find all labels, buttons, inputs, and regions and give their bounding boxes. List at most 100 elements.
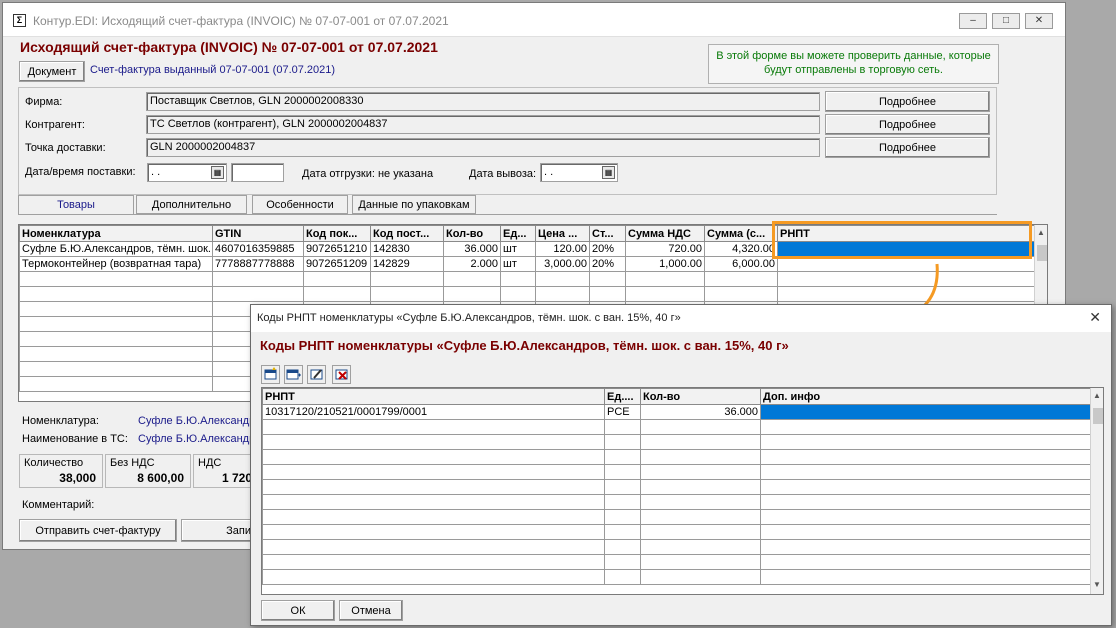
cell-vat-rate[interactable]: 20% [589,241,626,257]
cell-qty[interactable]: 36.000 [640,404,761,420]
dialog-title: Коды РНПТ номенклатуры «Суфле Б.Ю.Алекса… [257,312,681,324]
rnpt-scrollbar[interactable]: ▲ ▼ [1090,388,1103,594]
table-row-empty [262,554,1091,570]
no-vat-value: 8 600,00 [137,471,184,485]
doc-subtitle: Счет-фактура выданный 07-07-001 (07.07.2… [90,64,336,76]
scroll-thumb[interactable] [1037,245,1047,261]
cell-rnpt[interactable]: 10317120/210521/0001799/0001 [262,404,605,420]
cell-sum[interactable]: 6,000.00 [704,256,778,272]
cell-gtin[interactable]: 4607016359885 [212,241,304,257]
scroll-down-icon[interactable]: ▼ [1093,580,1101,589]
col-unit[interactable]: Ед.... [604,388,641,405]
col-nomenclature[interactable]: Номенклатура [19,225,213,242]
scroll-up-icon[interactable]: ▲ [1037,228,1045,237]
tab-additional[interactable]: Дополнительно [136,195,247,214]
col-unit[interactable]: Ед... [500,225,536,242]
qty-total-value: 38,000 [59,471,96,485]
vat-label: НДС [198,457,222,469]
cell-buyer-code[interactable]: 9072651210 [303,241,371,257]
calendar-icon[interactable]: ▦ [602,166,615,179]
calendar-icon[interactable]: ▦ [211,166,224,179]
cell-qty[interactable]: 2.000 [443,256,501,272]
rnpt-table-container: РНПТ Ед.... Кол-во Доп. инфо 10317120/21… [261,387,1104,595]
cell-unit[interactable]: шт [500,241,536,257]
delivery-point-label: Точка доставки: [25,142,106,154]
cell-unit[interactable]: шт [500,256,536,272]
cell-price[interactable]: 3,000.00 [535,256,590,272]
rnpt-dialog: Коды РНПТ номенклатуры «Суфле Б.Ю.Алекса… [250,304,1112,626]
minimize-button[interactable]: – [959,13,987,29]
table-row[interactable]: 10317120/210521/0001799/0001 PCE 36.000 [262,404,1091,420]
delivery-details-button[interactable]: Подробнее [825,137,990,158]
cell-nomenclature[interactable]: Суфле Б.Ю.Александров, тёмн. шок. [19,241,213,257]
shipment-date-text: Дата отгрузки: не указана [302,168,434,180]
col-extra-info[interactable]: Доп. инфо [760,388,1091,405]
cancel-button[interactable]: Отмена [339,600,403,621]
cell-vat-sum[interactable]: 1,000.00 [625,256,705,272]
table-row-empty [262,449,1091,465]
col-sum[interactable]: Сумма (с... [704,225,778,242]
tab-goods[interactable]: Товары [18,195,134,215]
close-button[interactable]: ✕ [1025,13,1053,29]
col-rnpt[interactable]: РНПТ [262,388,605,405]
tab-features[interactable]: Особенности [252,195,348,214]
contractor-field[interactable]: ТС Светлов (контрагент), GLN 20000020048… [146,115,820,134]
firm-field[interactable]: Поставщик Светлов, GLN 2000002008330 [146,92,820,111]
col-vat-sum[interactable]: Сумма НДС [625,225,705,242]
delivery-point-field[interactable]: GLN 2000002004837 [146,138,820,157]
contractor-details-button[interactable]: Подробнее [825,114,990,135]
table-row-empty [19,286,1035,302]
cell-nomenclature[interactable]: Термоконтейнер (возвратная тара) [19,256,213,272]
dialog-titlebar: Коды РНПТ номенклатуры «Суфле Б.Ю.Алекса… [251,305,1111,332]
send-invoice-button[interactable]: Отправить счет-фактуру [19,519,177,542]
cell-vat-rate[interactable]: 20% [589,256,626,272]
col-gtin[interactable]: GTIN [212,225,304,242]
add-row-icon[interactable] [261,365,280,384]
ok-button[interactable]: ОК [261,600,335,621]
page-title: Исходящий счет-фактура (INVOIC) № 07-07-… [20,39,438,55]
col-qty[interactable]: Кол-во [640,388,761,405]
rnpt-header-row: РНПТ Ед.... Кол-во Доп. инфо [262,388,1091,405]
col-buyer-code[interactable]: Код пок... [303,225,371,242]
col-qty[interactable]: Кол-во [443,225,501,242]
contractor-label: Контрагент: [25,119,85,131]
ts-name-label: Наименование в ТС: [22,433,128,445]
table-row-empty [262,479,1091,495]
delivery-time-input[interactable] [231,163,284,182]
table-row-empty [262,539,1091,555]
info-box: В этой форме вы можете проверить данные,… [708,44,999,84]
cell-gtin[interactable]: 7778887778888 [212,256,304,272]
app-icon: Σ [13,14,26,27]
cell-unit[interactable]: PCE [604,404,641,420]
cell-buyer-code[interactable]: 9072651209 [303,256,371,272]
cell-price[interactable]: 120.00 [535,241,590,257]
cell-extra-info-selected[interactable] [760,404,1091,420]
maximize-button[interactable]: □ [992,13,1020,29]
export-date-label: Дата вывоза: [469,168,537,180]
tab-packaging[interactable]: Данные по упаковкам [352,195,476,214]
cell-qty[interactable]: 36.000 [443,241,501,257]
document-button[interactable]: Документ [19,61,85,82]
cell-supplier-code[interactable]: 142829 [370,256,444,272]
table-row-empty [262,434,1091,450]
cell-supplier-code[interactable]: 142830 [370,241,444,257]
delivery-datetime-label: Дата/время поставки: [25,166,136,178]
col-vat-rate[interactable]: Ст... [589,225,626,242]
firm-details-button[interactable]: Подробнее [825,91,990,112]
insert-row-icon[interactable] [284,365,303,384]
cell-sum[interactable]: 4,320.00 [704,241,778,257]
delete-row-icon[interactable] [332,365,351,384]
save-button[interactable]: Запи [181,519,253,542]
table-row-empty [262,524,1091,540]
scroll-up-icon[interactable]: ▲ [1093,391,1101,400]
scroll-thumb[interactable] [1093,408,1103,424]
main-titlebar: Σ Контур.EDI: Исходящий счет-фактура (IN… [3,3,1065,37]
dialog-close-button[interactable]: ✕ [1089,309,1101,326]
col-price[interactable]: Цена ... [535,225,590,242]
nomenclature-label: Номенклатура: [22,415,99,427]
edit-row-icon[interactable] [307,365,326,384]
nomenclature-value: Суфле Б.Ю.Александр [138,415,256,427]
col-supplier-code[interactable]: Код пост... [370,225,444,242]
vat-total-box: НДС 1 720 [193,454,253,488]
cell-vat-sum[interactable]: 720.00 [625,241,705,257]
